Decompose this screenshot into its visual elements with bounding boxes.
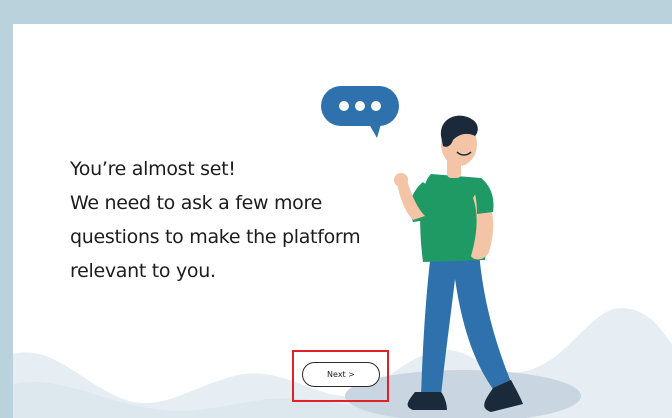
onboarding-card: You’re almost set! We need to ask a few … (13, 24, 672, 418)
next-button-highlight (292, 350, 389, 402)
